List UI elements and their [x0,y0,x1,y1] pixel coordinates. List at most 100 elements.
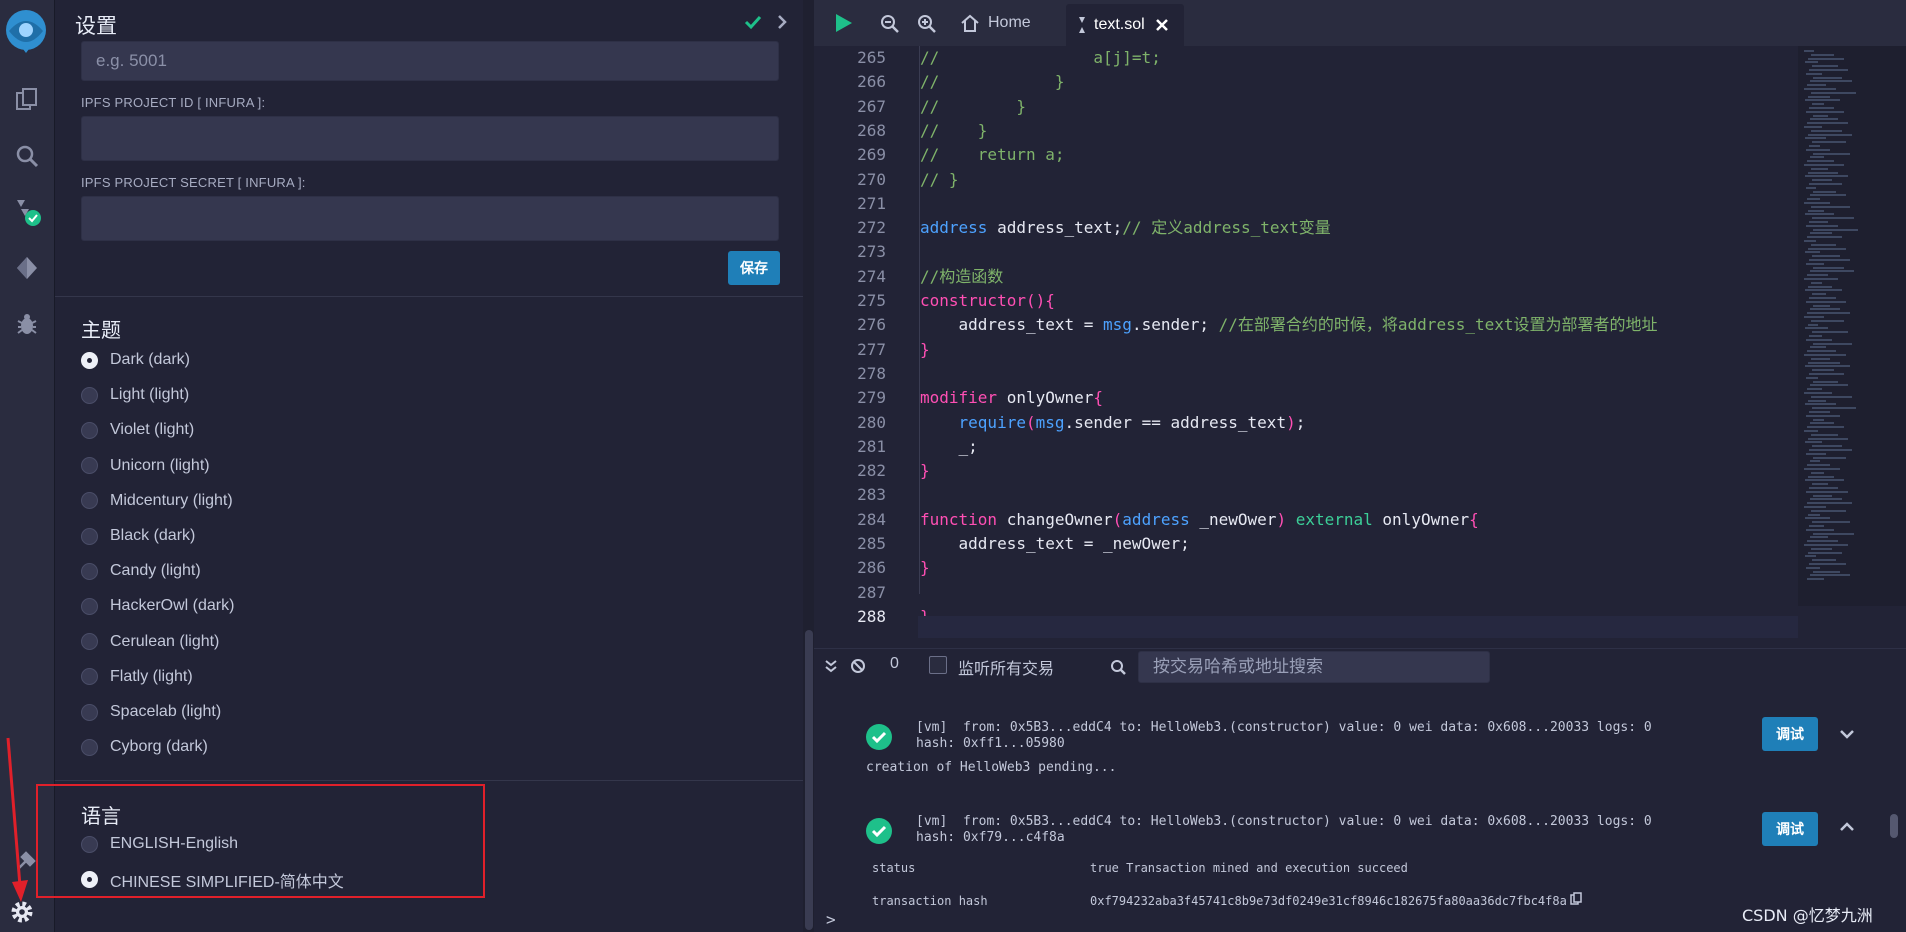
code-line[interactable]: 282} [814,459,1814,483]
copy-icon[interactable] [1570,892,1582,906]
code-line[interactable]: 281 _; [814,435,1814,459]
radio-label: Violet (light) [110,421,195,439]
code-editor[interactable]: 265 // a[j]=t; 266 // } 267 // } 268 // } 269 // … [814,46,1814,642]
code-line[interactable]: 287 [814,581,1814,605]
code-line[interactable]: 277} [814,338,1814,362]
minimap-line [1812,407,1856,410]
solidity-file-icon [1079,17,1085,33]
radio-button[interactable] [81,703,98,721]
minimap-line [1812,103,1824,106]
radio-button[interactable] [81,492,98,510]
chevron-up-icon[interactable] [1838,820,1856,834]
editor-horizontal-scrollbar[interactable] [918,616,1798,638]
code-line[interactable]: 273 [814,240,1814,264]
radio-option[interactable]: Flatly (light) [81,665,193,689]
settings-header: 设置 [55,0,803,46]
code-line[interactable]: 267 // } [814,95,1814,119]
code-line[interactable]: 286} [814,556,1814,580]
radio-option[interactable]: Unicorn (light) [81,454,210,478]
file-explorer-icon[interactable] [9,82,45,118]
close-icon[interactable] [1155,18,1169,32]
radio-button[interactable] [81,386,98,404]
zoom-in-icon[interactable] [917,14,937,34]
ipfs-project-secret-input[interactable] [81,196,779,241]
collapse-terminal-icon[interactable] [824,659,838,673]
code-line[interactable]: 285 address_text = _newOwer; [814,532,1814,556]
code-line[interactable]: 279 modifier onlyOwner{ [814,386,1814,410]
debug-button[interactable]: 调试 [1762,812,1818,846]
radio-button[interactable] [81,421,98,439]
radio-option[interactable]: Cerulean (light) [81,630,219,654]
minimap-line [1811,167,1828,170]
tab-text-sol[interactable]: text.sol [1066,4,1184,46]
ipfs-port-input[interactable] [81,41,779,81]
clear-console-icon[interactable] [850,658,866,674]
minimap-line [1806,300,1846,303]
radio-option[interactable]: Midcentury (light) [81,489,233,513]
radio-button[interactable] [81,668,98,686]
code-line[interactable]: 274 //构造函数 [814,265,1814,289]
remix-logo-icon[interactable] [2,6,50,54]
radio-option[interactable]: Dark (dark) [81,348,190,372]
radio-button[interactable] [81,351,98,369]
tx-search-input[interactable] [1138,651,1490,683]
radio-option[interactable]: Candy (light) [81,559,201,583]
code-minimap[interactable] [1798,46,1906,606]
radio-button[interactable] [81,597,98,615]
zoom-out-icon[interactable] [880,14,900,34]
code-line[interactable]: 275 constructor(){ [814,289,1814,313]
solidity-compiler-icon[interactable] [9,194,45,230]
radio-button[interactable] [81,527,98,545]
code-line[interactable]: 272 address address_text;// 定义address_tex… [814,216,1814,240]
line-number: 282 [857,461,886,481]
code-text: address address_text;// 定义address_text变量 [920,218,1331,238]
radio-label: Dark (dark) [110,351,191,368]
tab-home[interactable]: Home [960,0,1031,46]
tx-pending-text: creation of HelloWeb3 pending... [866,760,1117,775]
debug-button[interactable]: 调试 [1762,717,1818,751]
radio-option[interactable]: Black (dark) [81,524,195,548]
code-line[interactable]: 265 // a[j]=t; [814,46,1814,70]
chevron-right-icon[interactable] [775,13,789,31]
minimap-line [1804,506,1826,508]
radio-button[interactable] [81,633,98,651]
minimap-line [1812,369,1834,372]
code-line[interactable]: 283 [814,483,1814,507]
divider [55,780,803,781]
theme-section-title: 主题 [81,318,121,342]
code-line[interactable]: 270 // } [814,168,1814,192]
code-line[interactable]: 276 address_text = msg.sender; //在部署合约的时… [814,313,1814,337]
code-line[interactable]: 269 // return a; [814,143,1814,167]
run-play-icon[interactable] [834,12,854,34]
code-line[interactable]: 280 require(msg.sender == address_text); [814,411,1814,435]
minimap-line [1809,449,1852,451]
radio-option[interactable]: HackerOwl (dark) [81,594,234,618]
deploy-run-icon[interactable] [9,250,45,286]
minimap-line [1811,129,1842,132]
settings-scrollbar[interactable] [805,630,813,930]
search-icon[interactable] [9,138,45,174]
radio-option[interactable]: Spacelab (light) [81,700,221,724]
debugger-icon[interactable] [9,306,45,342]
terminal-scrollbar[interactable] [1890,814,1898,838]
terminal-prompt[interactable]: > [826,910,836,929]
radio-button[interactable] [81,562,98,580]
code-line[interactable]: 268 // } [814,119,1814,143]
minimap-line [1811,281,1822,284]
listen-all-checkbox[interactable] [929,656,947,674]
code-line[interactable]: 284 function changeOwner(address _newOwer… [814,508,1814,532]
minimap-line [1811,471,1824,474]
minimap-line [1812,141,1846,144]
ipfs-project-id-input[interactable] [81,116,779,161]
minimap-line [1809,335,1822,337]
radio-button[interactable] [81,738,98,756]
code-line[interactable]: 266 // } [814,70,1814,94]
save-button[interactable]: 保存 [728,251,780,285]
chevron-down-icon[interactable] [1838,727,1856,741]
radio-option[interactable]: Light (light) [81,383,189,407]
radio-option[interactable]: Violet (light) [81,418,194,442]
code-line[interactable]: 278 [814,362,1814,386]
radio-button[interactable] [81,457,98,475]
radio-option[interactable]: Cyborg (dark) [81,735,208,759]
code-line[interactable]: 271 [814,192,1814,216]
